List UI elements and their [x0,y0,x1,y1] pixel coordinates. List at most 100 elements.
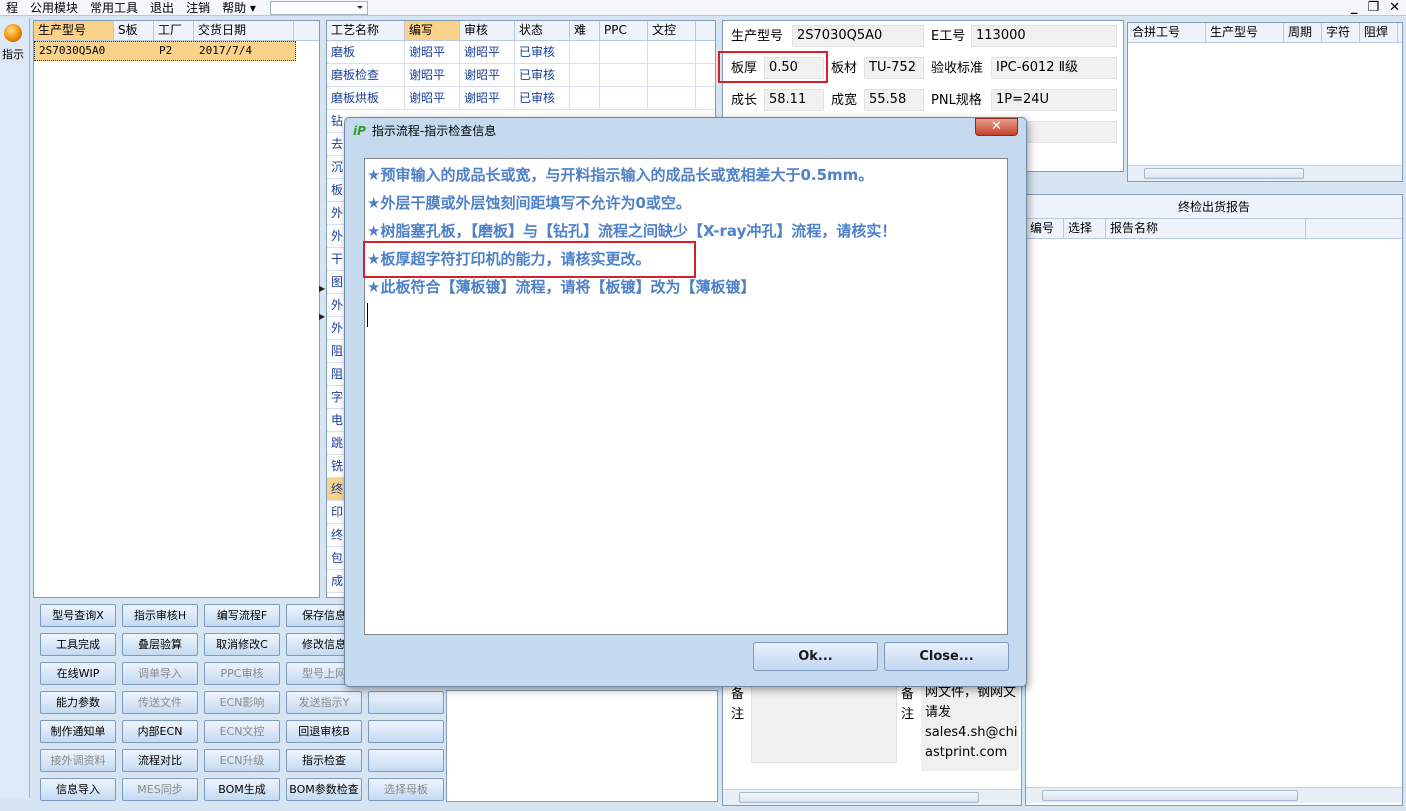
action-button[interactable]: 回退审核B [286,720,362,743]
report-header-cell[interactable]: 编号 [1026,219,1064,238]
merge-header-cell[interactable]: 字符 [1322,23,1360,42]
report-title: 终检出货报告 [1026,195,1402,219]
process-header-cell[interactable]: 编写 [405,21,460,40]
process-header-cell[interactable]: 文控 [648,21,696,40]
close-button[interactable]: Close... [884,642,1009,671]
menu-item[interactable]: 注销 [180,0,216,16]
action-button[interactable]: 制作通知单 [40,720,116,743]
model-field[interactable]: 2S7030Q5A0 [792,25,924,47]
orders-header-cell[interactable]: 工厂 [154,21,194,40]
merge-header-cell[interactable]: 阻焊 [1360,23,1398,42]
report-panel: 终检出货报告 编号 选择 报告名称 [1025,194,1403,806]
action-button[interactable]: 流程对比 [122,749,198,772]
action-button[interactable]: 接外调资料 [40,749,116,772]
action-button[interactable]: 能力参数 [40,691,116,714]
action-button[interactable]: 发送指示Y [286,691,362,714]
action-button[interactable]: ECN文控 [204,720,280,743]
table-cell [115,42,155,60]
table-cell [600,64,648,86]
process-header-cell[interactable]: PPC [600,21,648,40]
process-header-cell[interactable]: 工艺名称 [327,21,405,40]
merge-header-cell[interactable]: 合拼工号 [1128,23,1206,42]
message-textarea[interactable]: ★预审输入的成品长或宽，与开料指示输入的成品长或宽相差大于0.5mm。 ★外层干膜… [364,158,1008,635]
orders-header-cell[interactable]: 交货日期 [194,21,294,40]
action-button[interactable]: 信息导入 [40,778,116,801]
menu-item[interactable]: 公用模块 [24,0,84,16]
left-toolbar [0,18,30,798]
thickness-highlight [718,51,828,83]
empty-button[interactable] [368,720,444,743]
notes-text[interactable]: 网文件，钢网文 请发 sales4.sh@chi astprint.com [921,683,1019,771]
action-button[interactable]: 取消修改C [204,633,280,656]
action-button[interactable]: 叠层验算 [122,633,198,656]
menu-item[interactable]: 退出 [144,0,180,16]
dialog-close-button[interactable]: ✕ [975,118,1018,136]
eno-field[interactable]: 113000 [971,25,1117,47]
report-header-cell[interactable]: 报告名称 [1106,219,1306,238]
action-button[interactable]: 在线WIP [40,662,116,685]
action-button[interactable]: MES同步 [122,778,198,801]
report-scrollbar[interactable] [1026,787,1402,803]
table-cell [570,41,600,63]
menu-combo[interactable] [269,0,368,15]
check-message: ★外层干膜或外层蚀刻间距填写不允许为0或空。 [367,194,691,212]
action-button[interactable]: BOM参数检查 [286,778,362,801]
indicator-tool-button[interactable]: 指示 [0,22,26,70]
model-label: 生产型号 [731,29,784,44]
table-cell: 2017/7/4 [199,44,252,57]
ok-button[interactable]: Ok... [753,642,878,671]
orders-header-cell[interactable]: 生产型号 [34,21,114,40]
merge-header-cell[interactable]: 生产型号 [1206,23,1284,42]
table-cell [648,64,696,86]
orange-ball-icon [4,24,22,42]
orders-header-cell[interactable]: S板 [114,21,154,40]
merge-header-cell[interactable]: 周期 [1284,23,1322,42]
action-button[interactable]: 指示审核H [122,604,198,627]
dialog-titlebar: iP 指示流程-指示检查信息 [353,121,496,141]
table-cell: 谢昭平 [405,41,460,63]
action-button[interactable]: 传送文件 [122,691,198,714]
restore-icon[interactable]: ❐ [1367,0,1379,16]
action-button[interactable]: BOM生成 [204,778,280,801]
table-cell [648,87,696,109]
action-button[interactable]: ECN影响 [204,691,280,714]
table-cell [648,41,696,63]
action-button[interactable]: PPC审核 [204,662,280,685]
material-field[interactable]: TU-752 [864,57,924,79]
table-row[interactable]: 磨板 谢昭平 谢昭平 已审核 [327,41,715,64]
action-button[interactable]: ECN升级 [204,749,280,772]
table-row[interactable]: 磨板烘板 谢昭平 谢昭平 已审核 [327,87,715,110]
process-header-cell[interactable]: 难 [570,21,600,40]
standard-field[interactable]: IPC-6012 Ⅱ级 [991,57,1117,79]
table-row[interactable]: 2S7030Q5A0 P2 2017/7/4 [34,41,296,61]
notes-box-a[interactable] [751,683,897,763]
empty-button[interactable] [368,691,444,714]
empty-button[interactable] [368,749,444,772]
action-button[interactable]: 指示检查 [286,749,362,772]
action-button[interactable]: 选择母板 [368,778,444,801]
action-button[interactable]: 编写流程F [204,604,280,627]
action-button[interactable]: 工具完成 [40,633,116,656]
process-header-cell[interactable]: 审核 [460,21,515,40]
process-header-cell[interactable]: 状态 [515,21,570,40]
report-header-cell[interactable]: 选择 [1064,219,1106,238]
menu-item[interactable]: 程 [0,0,24,16]
notes-scrollbar[interactable] [723,789,1021,805]
table-cell: 谢昭平 [460,64,515,86]
table-cell [570,64,600,86]
menu-item[interactable]: 帮助 ▾ [216,0,262,16]
merge-scrollbar[interactable] [1128,165,1402,181]
close-icon[interactable]: ✕ [1389,0,1400,16]
table-row[interactable]: 磨板检查 谢昭平 谢昭平 已审核 [327,64,715,87]
length-field[interactable]: 58.11 [764,89,824,111]
splitter-arrows[interactable]: ▶ ▶ [319,275,325,345]
width-field[interactable]: 55.58 [864,89,924,111]
table-cell: 已审核 [515,41,570,63]
width-label: 成宽 [831,93,858,108]
action-button[interactable]: 内部ECN [122,720,198,743]
action-button[interactable]: 调单导入 [122,662,198,685]
pnl-field[interactable]: 1P=24U [991,89,1117,111]
action-button[interactable]: 型号查询X [40,604,116,627]
menu-item[interactable]: 常用工具 [84,0,144,16]
minimize-icon[interactable]: _ [1351,0,1358,16]
